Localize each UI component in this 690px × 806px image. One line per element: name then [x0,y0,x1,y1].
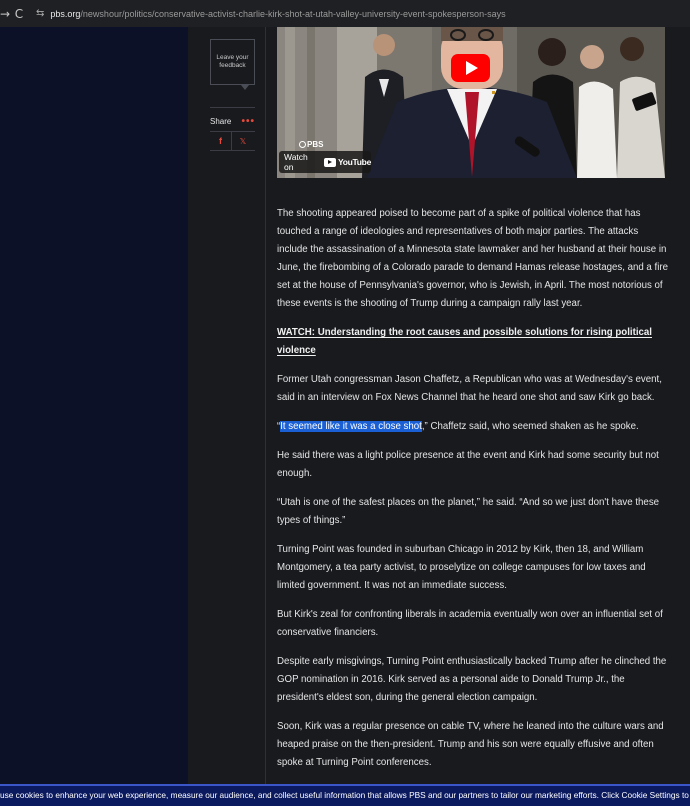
facebook-share-icon[interactable]: f [210,132,232,150]
video-embed[interactable]: PBS Watch on YouTube [277,27,665,178]
quote-paragraph: “It seemed like it was a close shot,” Ch… [277,418,669,436]
more-share-options-icon[interactable]: ••• [241,116,255,127]
paragraph: “Utah is one of the safest places on the… [277,497,660,526]
cookie-banner-text: use cookies to enhance your web experien… [0,790,690,800]
x-share-icon[interactable]: 𝕏 [232,132,254,150]
watch-related-link[interactable]: WATCH: Understanding the root causes and… [277,327,652,356]
paragraph: Despite early misgivings, Turning Point … [277,656,667,703]
youtube-icon [323,157,336,167]
watch-on-youtube-button[interactable]: Watch on YouTube [279,151,371,173]
leave-feedback-button[interactable]: Leave your feedback [210,39,255,85]
share-label: Share [210,117,232,126]
pbs-label: PBS [307,140,324,149]
page-margin [0,27,188,784]
paragraph: Former Utah congressman Jason Chaffetz, … [277,374,662,403]
play-button[interactable] [451,54,490,82]
play-icon [466,61,478,75]
url-path: /newshour/politics/conservative-activist… [80,8,506,19]
paragraph: But Kirk's zeal for confronting liberals… [277,609,663,638]
paragraph: Turning Point was founded in suburban Ch… [277,544,646,591]
speech-bubble-tail [241,85,249,90]
pbs-head-icon [299,141,306,148]
cookie-banner: use cookies to enhance your web experien… [0,784,690,806]
site-settings-icon[interactable]: ⇆ [36,8,44,19]
paragraph: He said there was a light police presenc… [277,450,659,479]
selected-text[interactable]: It seemed like it was a close shot [280,421,422,432]
pbs-logo: PBS [299,140,323,149]
watch-link-paragraph: WATCH: Understanding the root causes and… [277,324,669,360]
social-buttons: f 𝕏 [210,131,255,151]
url-domain: pbs.org [50,8,81,19]
youtube-label: YouTube [338,157,371,167]
reload-icon[interactable]: C [10,7,28,21]
article-sidebar: Leave your feedback Share ••• f 𝕏 [188,27,266,784]
share-row: Share ••• [210,107,255,127]
article-content: PBS Watch on YouTube The shooting appear… [266,27,690,784]
watch-on-label: Watch on [284,152,308,172]
browser-toolbar: → C ⇆ pbs.org/newshour/politics/conserva… [0,0,690,27]
address-bar[interactable]: pbs.org/newshour/politics/conservative-a… [50,9,505,19]
article-body: The shooting appeared poised to become p… [277,205,669,783]
forward-arrow-icon[interactable]: → [0,7,10,21]
paragraph: Soon, Kirk was a regular presence on cab… [277,721,664,768]
quote-rest: ,” Chaffetz said, who seemed shaken as h… [421,421,639,432]
paragraph: The shooting appeared poised to become p… [277,208,668,309]
